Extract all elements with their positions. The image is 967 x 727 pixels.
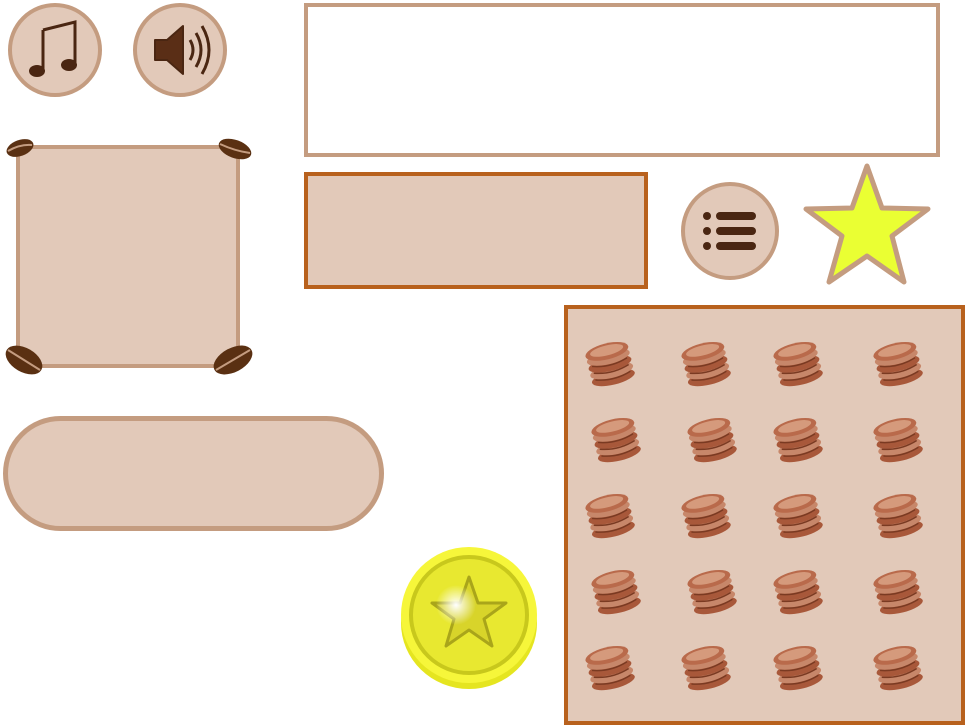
music-toggle-button[interactable] (8, 3, 102, 97)
cookie-stack-icon[interactable] (770, 490, 826, 542)
list-menu-icon (703, 212, 756, 250)
cookie-stack-icon[interactable] (870, 490, 926, 542)
cookie-stack-icon[interactable] (770, 414, 826, 466)
cookie-stack-icon[interactable] (870, 414, 926, 466)
coffee-bean-icon (218, 138, 252, 160)
coffee-bean-icon (5, 345, 43, 375)
cookie-stack-icon[interactable] (678, 642, 734, 694)
cookie-stack-icon[interactable] (588, 566, 644, 618)
cookie-stack-icon[interactable] (870, 642, 926, 694)
sound-toggle-button[interactable] (133, 3, 227, 97)
menu-button[interactable] (681, 182, 779, 280)
cookie-stack-icon[interactable] (770, 338, 826, 390)
coffee-bean-frame (16, 145, 240, 368)
speaker-icon (154, 25, 211, 75)
cookie-stack-icon[interactable] (582, 490, 638, 542)
cookie-stack-icon[interactable] (678, 490, 734, 542)
music-note-icon (29, 20, 77, 77)
cookie-stack-icon[interactable] (870, 338, 926, 390)
cookie-stack-icon[interactable] (678, 338, 734, 390)
cookie-stack-icon[interactable] (770, 642, 826, 694)
cookie-stack-icon[interactable] (588, 414, 644, 466)
cookie-stack-icon[interactable] (870, 566, 926, 618)
star-icon[interactable] (800, 162, 934, 288)
info-panel (304, 172, 648, 289)
pill-button[interactable] (3, 416, 384, 531)
coffee-bean-icon (6, 139, 34, 157)
cookie-stack-icon[interactable] (684, 414, 740, 466)
star-coin-icon[interactable] (398, 543, 542, 691)
text-display-box (304, 3, 940, 157)
cookie-stack-icon[interactable] (582, 338, 638, 390)
cookie-stack-icon[interactable] (582, 642, 638, 694)
cookie-stack-icon[interactable] (770, 566, 826, 618)
coffee-bean-icon (213, 345, 253, 375)
cookie-stack-icon[interactable] (684, 566, 740, 618)
